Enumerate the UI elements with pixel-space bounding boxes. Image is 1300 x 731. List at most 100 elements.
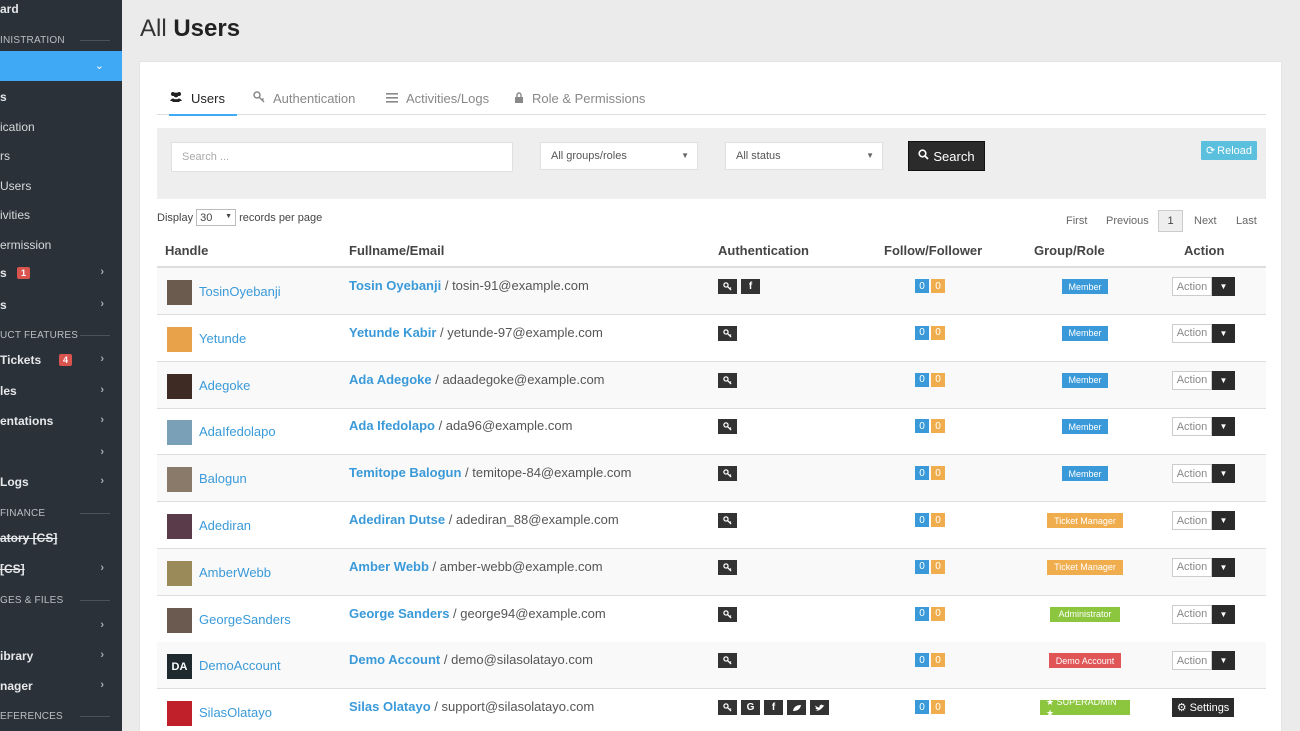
user-handle-link[interactable]: TosinOyebanji <box>199 284 281 299</box>
action-dropdown[interactable]: Action ▼ <box>1172 277 1235 296</box>
action-dropdown[interactable]: Action ▼ <box>1172 651 1235 671</box>
follower-count[interactable]: 0 <box>931 653 945 668</box>
follower-count[interactable]: 0 <box>931 325 945 340</box>
sidebar-item[interactable]: les › <box>0 376 122 406</box>
caret-down-icon[interactable]: ▼ <box>1212 604 1235 624</box>
status-select[interactable]: All status ▼ <box>725 142 883 170</box>
pager-current[interactable]: 1 <box>1158 210 1183 232</box>
reload-button[interactable]: ⟳ Reload <box>1201 141 1257 160</box>
action-button[interactable]: Action <box>1172 511 1212 530</box>
sidebar-item[interactable]: Users <box>0 171 122 201</box>
action-dropdown[interactable]: Action ▼ <box>1172 323 1235 343</box>
following-count[interactable]: 0 <box>915 653 929 668</box>
sidebar-item[interactable]: › <box>0 611 122 641</box>
follower-count[interactable]: 0 <box>931 700 945 715</box>
avatar[interactable] <box>167 280 192 305</box>
sidebar-item[interactable]: atory [CS] <box>0 523 122 553</box>
sidebar-item[interactable]: ⌄ <box>0 51 122 81</box>
action-button[interactable]: Action <box>1172 557 1212 577</box>
user-handle-link[interactable]: GeorgeSanders <box>199 612 291 627</box>
user-handle-link[interactable]: AmberWebb <box>199 565 271 580</box>
action-dropdown[interactable]: Action ▼ <box>1172 557 1235 577</box>
action-dropdown[interactable]: Action ▼ <box>1172 417 1235 437</box>
sidebar-item[interactable]: [CS] › <box>0 554 122 584</box>
follower-count[interactable]: 0 <box>931 559 945 574</box>
following-count[interactable]: 0 <box>915 559 929 574</box>
pager-first[interactable]: First <box>1066 210 1087 232</box>
action-button[interactable]: Action <box>1172 277 1212 296</box>
sidebar-item[interactable]: ibrary › <box>0 641 122 671</box>
user-fullname-link[interactable]: Tosin Oyebanji <box>349 278 441 293</box>
column-action[interactable]: Action <box>1184 243 1224 258</box>
sidebar-item[interactable]: › <box>0 438 122 468</box>
records-per-page-select[interactable]: 30 ▼ <box>196 209 237 226</box>
sidebar-item[interactable]: entations › <box>0 406 122 436</box>
tab-users[interactable]: Users <box>169 82 237 116</box>
follower-count[interactable]: 0 <box>931 466 945 481</box>
pager-last[interactable]: Last <box>1236 210 1257 232</box>
sidebar-item[interactable]: s <box>0 82 122 112</box>
following-count[interactable]: 0 <box>915 466 929 481</box>
action-button[interactable]: Action <box>1172 651 1212 671</box>
action-button[interactable]: Action <box>1172 604 1212 624</box>
sidebar-item[interactable]: s 1 › <box>0 258 122 288</box>
user-fullname-link[interactable]: Silas Olatayo <box>349 699 431 714</box>
user-handle-link[interactable]: Balogun <box>199 471 247 486</box>
search-input[interactable] <box>171 142 513 172</box>
user-handle-link[interactable]: AdaIfedolapo <box>199 424 276 439</box>
tab-role-permissions[interactable]: Role & Permissions <box>514 82 645 115</box>
action-button[interactable]: Action <box>1172 323 1212 343</box>
column-handle[interactable]: Handle <box>165 243 208 258</box>
sidebar-item[interactable]: s › <box>0 290 122 320</box>
following-count[interactable]: 0 <box>915 325 929 340</box>
caret-down-icon[interactable]: ▼ <box>1212 277 1235 296</box>
tab-authentication[interactable]: Authentication <box>253 82 355 115</box>
following-count[interactable]: 0 <box>915 279 929 293</box>
search-button[interactable]: Search <box>908 141 985 171</box>
avatar[interactable] <box>167 607 192 633</box>
sidebar-item[interactable]: ard <box>0 0 122 24</box>
user-handle-link[interactable]: SilasOlatayo <box>199 705 272 720</box>
user-handle-link[interactable]: DemoAccount <box>199 658 281 673</box>
following-count[interactable]: 0 <box>915 700 929 715</box>
caret-down-icon[interactable]: ▼ <box>1212 464 1235 484</box>
user-fullname-link[interactable]: Ada Ifedolapo <box>349 418 435 433</box>
following-count[interactable]: 0 <box>915 372 929 387</box>
avatar[interactable] <box>167 560 192 586</box>
user-fullname-link[interactable]: Yetunde Kabir <box>349 325 436 340</box>
action-dropdown[interactable]: Action ▼ <box>1172 511 1235 530</box>
column-group-role[interactable]: Group/Role <box>1034 243 1105 258</box>
avatar[interactable] <box>167 514 192 539</box>
action-dropdown[interactable]: Action ▼ <box>1172 604 1235 624</box>
following-count[interactable]: 0 <box>915 419 929 434</box>
avatar[interactable] <box>167 326 192 352</box>
action-button[interactable]: Action <box>1172 370 1212 390</box>
user-fullname-link[interactable]: Demo Account <box>349 652 440 667</box>
caret-down-icon[interactable]: ▼ <box>1212 417 1235 437</box>
caret-down-icon[interactable]: ▼ <box>1212 323 1235 343</box>
user-fullname-link[interactable]: Amber Webb <box>349 559 429 574</box>
column-authentication[interactable]: Authentication <box>718 243 809 258</box>
pager-previous[interactable]: Previous <box>1106 210 1149 232</box>
caret-down-icon[interactable]: ▼ <box>1212 370 1235 390</box>
sidebar-item[interactable]: ermission <box>0 230 122 260</box>
column-fullname-email[interactable]: Fullname/Email <box>349 243 444 258</box>
action-dropdown[interactable]: Action ▼ <box>1172 464 1235 484</box>
action-button[interactable]: Action <box>1172 417 1212 437</box>
caret-down-icon[interactable]: ▼ <box>1212 511 1235 530</box>
follower-count[interactable]: 0 <box>931 372 945 387</box>
user-fullname-link[interactable]: George Sanders <box>349 606 449 621</box>
avatar[interactable]: DA <box>167 654 192 680</box>
sidebar-item[interactable]: Logs › <box>0 467 122 497</box>
tab-activities-logs[interactable]: Activities/Logs <box>386 82 489 115</box>
user-fullname-link[interactable]: Ada Adegoke <box>349 372 432 387</box>
user-handle-link[interactable]: Adediran <box>199 518 251 533</box>
follower-count[interactable]: 0 <box>931 279 945 293</box>
caret-down-icon[interactable]: ▼ <box>1212 651 1235 671</box>
follower-count[interactable]: 0 <box>931 513 945 527</box>
user-handle-link[interactable]: Yetunde <box>199 331 246 346</box>
sidebar-item[interactable]: Tickets 4 › <box>0 345 122 375</box>
groups-roles-select[interactable]: All groups/roles ▼ <box>540 142 698 170</box>
avatar[interactable] <box>167 701 192 727</box>
action-dropdown[interactable]: Action ▼ <box>1172 370 1235 390</box>
